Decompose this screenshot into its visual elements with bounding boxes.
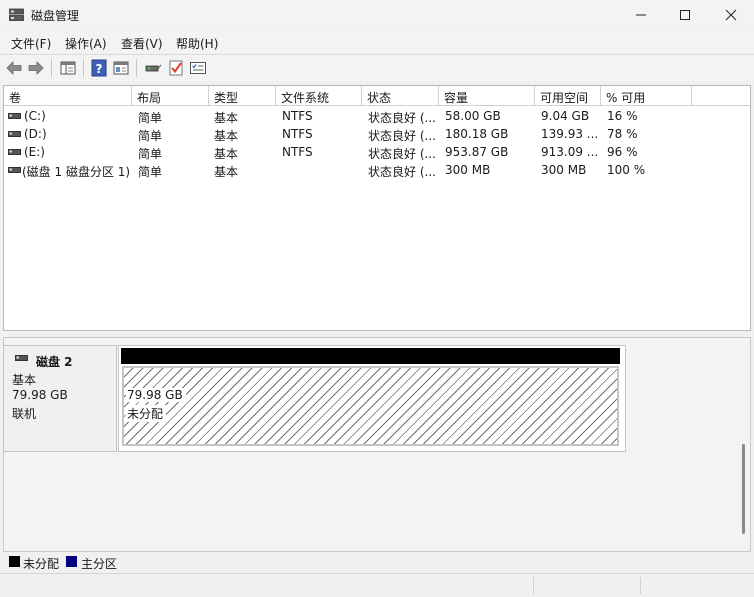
disk-info-panel[interactable]: 磁盘 2 基本 79.98 GB 联机 [3, 345, 117, 452]
volume-icon [8, 167, 21, 173]
window-title: 磁盘管理 [31, 9, 80, 23]
help-icon[interactable]: ? [90, 59, 108, 77]
toolbar-separator [83, 59, 84, 77]
settings-list-icon[interactable] [189, 59, 207, 77]
partition-size: 79.98 GB [126, 388, 186, 402]
legend-label-primary: 主分区 [81, 557, 118, 571]
legend-swatch-primary [66, 556, 77, 567]
layout-cell: 简单 [138, 129, 163, 143]
capacity-cell: 953.87 GB [445, 145, 509, 159]
type-cell: 基本 [214, 129, 239, 143]
back-arrow-icon[interactable] [5, 59, 23, 77]
column-status[interactable]: 状态 [362, 86, 439, 106]
menu-bar: 文件(F) 操作(A) 查看(V) 帮助(H) [0, 31, 754, 53]
column-free-space[interactable]: 可用空间 [535, 86, 601, 106]
volume-name: (D:) [24, 127, 47, 141]
menu-help[interactable]: 帮助(H) [176, 35, 218, 52]
status-cell: 状态良好 (... [368, 129, 436, 143]
legend-label-unallocated: 未分配 [23, 557, 60, 571]
column-percent-free[interactable]: % 可用 [601, 86, 692, 106]
legend: 未分配 主分区 [3, 553, 751, 571]
close-icon [725, 9, 737, 21]
column-header-row: 卷 布局 类型 文件系统 状态 容量 可用空间 % 可用 [4, 86, 750, 106]
disk-management-icon [9, 8, 24, 21]
type-cell: 基本 [214, 147, 239, 161]
status-separator [640, 577, 641, 594]
checkmark-icon[interactable] [167, 59, 185, 77]
capacity-cell: 58.00 GB [445, 109, 501, 123]
volume-icon [8, 131, 21, 137]
volume-name: (E:) [24, 145, 45, 159]
layout-cell: 简单 [138, 111, 163, 125]
partition-label: 未分配 [126, 405, 167, 422]
minimize-icon [636, 14, 646, 16]
free-space-cell: 300 MB [541, 163, 587, 177]
legend-swatch-unallocated [9, 556, 20, 567]
menu-view[interactable]: 查看(V) [121, 35, 163, 52]
table-row[interactable]: (D:) 简单 基本 NTFS 状态良好 (... 180.18 GB 139.… [4, 125, 750, 143]
unallocated-bar [121, 348, 620, 364]
free-space-cell: 139.93 ... [541, 127, 599, 141]
volume-list[interactable]: 卷 布局 类型 文件系统 状态 容量 可用空间 % 可用 (C:) 简单 基本 … [3, 85, 751, 331]
forward-arrow-icon[interactable] [27, 59, 45, 77]
percent-free-cell: 78 % [607, 127, 638, 141]
disk-type: 基本 [12, 373, 37, 387]
menu-file[interactable]: 文件(F) [11, 35, 51, 52]
type-cell: 基本 [214, 165, 239, 179]
toolbar-separator [51, 59, 52, 77]
volume-name: (C:) [24, 109, 46, 123]
minimize-button[interactable] [618, 0, 664, 30]
menu-action[interactable]: 操作(A) [65, 35, 107, 52]
percent-free-cell: 96 % [607, 145, 638, 159]
capacity-cell: 180.18 GB [445, 127, 509, 141]
scrollbar-thumb[interactable] [742, 444, 745, 534]
unallocated-partition[interactable] [122, 366, 619, 446]
volume-icon [8, 113, 21, 119]
show-hide-console-tree-icon[interactable] [59, 59, 77, 77]
maximize-button[interactable] [662, 0, 708, 30]
column-type[interactable]: 类型 [209, 86, 276, 106]
free-space-cell: 913.09 ... [541, 145, 599, 159]
percent-free-cell: 100 % [607, 163, 646, 177]
volume-icon [8, 149, 21, 155]
layout-cell: 简单 [138, 147, 163, 161]
status-cell: 状态良好 (... [368, 165, 436, 179]
column-volume[interactable]: 卷 [4, 86, 132, 106]
column-layout[interactable]: 布局 [132, 86, 209, 106]
maximize-icon [680, 10, 690, 20]
connect-disk-icon[interactable] [144, 59, 162, 77]
filesystem-cell: NTFS [282, 127, 313, 141]
disk-icon [15, 355, 28, 361]
status-cell: 状态良好 (... [368, 147, 436, 161]
column-filesystem[interactable]: 文件系统 [276, 86, 362, 106]
percent-free-cell: 16 % [607, 109, 638, 123]
disk-state: 联机 [12, 407, 37, 421]
svg-text:?: ? [96, 62, 103, 76]
layout-cell: 简单 [138, 165, 163, 179]
capacity-cell: 300 MB [445, 163, 491, 177]
status-separator [533, 577, 534, 594]
vertical-scrollbar[interactable] [739, 338, 749, 550]
close-button[interactable] [708, 0, 754, 30]
disk-size: 79.98 GB [12, 388, 68, 402]
toolbar-separator [136, 59, 137, 77]
status-cell: 状态良好 (... [368, 111, 436, 125]
volume-name: (磁盘 1 磁盘分区 1) [22, 165, 131, 179]
table-row[interactable]: (磁盘 1 磁盘分区 1) 简单 基本 状态良好 (... 300 MB 300… [4, 161, 750, 179]
properties-icon[interactable] [112, 59, 130, 77]
toolbar: ? [0, 54, 754, 81]
type-cell: 基本 [214, 111, 239, 125]
table-row[interactable]: (C:) 简单 基本 NTFS 状态良好 (... 58.00 GB 9.04 … [4, 107, 750, 125]
disk-name: 磁盘 2 [36, 355, 73, 369]
filesystem-cell: NTFS [282, 109, 313, 123]
filesystem-cell: NTFS [282, 145, 313, 159]
status-bar [0, 573, 754, 597]
title-bar: 磁盘管理 [0, 0, 754, 30]
column-capacity[interactable]: 容量 [439, 86, 535, 106]
table-row[interactable]: (E:) 简单 基本 NTFS 状态良好 (... 953.87 GB 913.… [4, 143, 750, 161]
free-space-cell: 9.04 GB [541, 109, 590, 123]
